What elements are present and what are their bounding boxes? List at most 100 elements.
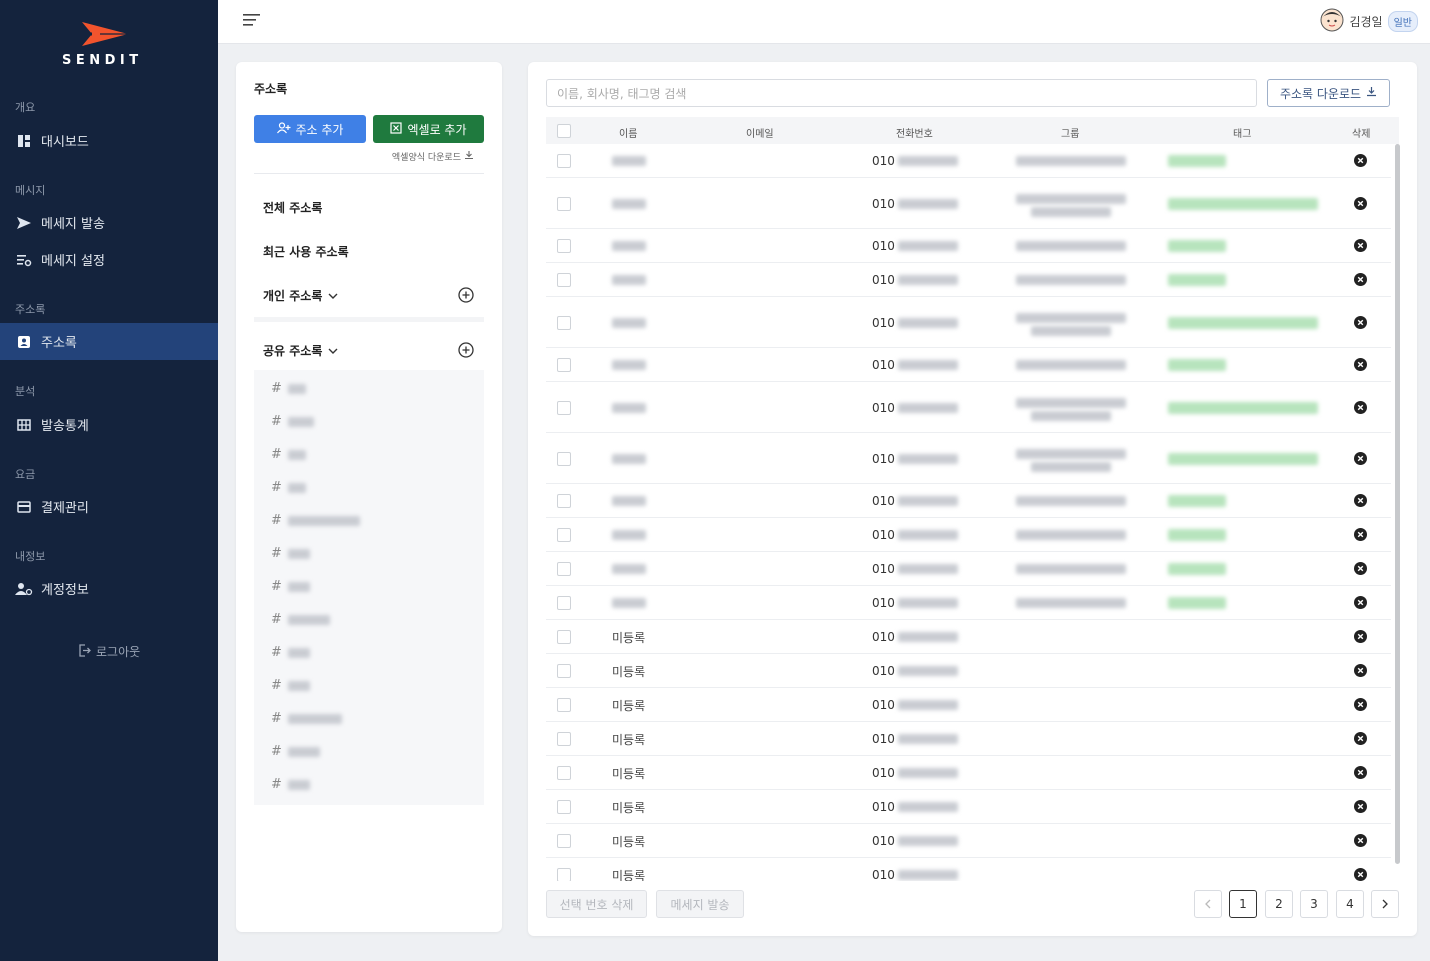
delete-row-icon[interactable] xyxy=(1354,766,1367,779)
row-checkbox[interactable] xyxy=(557,698,571,712)
tag-item[interactable]: # xyxy=(271,513,360,528)
row-checkbox[interactable] xyxy=(557,562,571,576)
download-address-button[interactable]: 주소록 다운로드 xyxy=(1267,79,1390,107)
table-row[interactable]: 010 xyxy=(546,552,1391,586)
recent-address-book[interactable]: 최근 사용 주소록 xyxy=(263,243,349,260)
delete-row-icon[interactable] xyxy=(1354,732,1367,745)
sidebar-item-statistics[interactable]: 발송통계 xyxy=(0,406,218,443)
tag-item[interactable]: # xyxy=(271,645,310,660)
send-message-button[interactable]: 메세지 발송 xyxy=(656,890,744,918)
delete-row-icon[interactable] xyxy=(1354,528,1367,541)
excel-add-button[interactable]: 엑셀로 추가 xyxy=(373,115,484,143)
tag-item[interactable]: # xyxy=(271,744,320,759)
tag-item[interactable]: # xyxy=(271,777,310,792)
tag-item[interactable]: # xyxy=(271,414,314,429)
page-2-button[interactable]: 2 xyxy=(1265,890,1293,918)
row-checkbox[interactable] xyxy=(557,596,571,610)
delete-row-icon[interactable] xyxy=(1354,596,1367,609)
table-row[interactable]: 010 xyxy=(546,144,1391,178)
table-row[interactable]: 미등록 010 xyxy=(546,858,1391,881)
sidebar-item-account[interactable]: 계정정보 xyxy=(0,570,218,607)
row-checkbox[interactable] xyxy=(557,401,571,415)
sidebar-item-billing[interactable]: 결제관리 xyxy=(0,488,218,525)
table-row[interactable]: 010 xyxy=(546,348,1391,382)
row-checkbox[interactable] xyxy=(557,197,571,211)
table-row[interactable]: 미등록 010 xyxy=(546,688,1391,722)
next-page-button[interactable] xyxy=(1371,890,1399,918)
sidebar-item-message-settings[interactable]: 메세지 설정 xyxy=(0,241,218,278)
excel-template-download[interactable]: 엑셀양식 다운로드 xyxy=(392,150,474,163)
row-checkbox[interactable] xyxy=(557,732,571,746)
row-checkbox[interactable] xyxy=(557,766,571,780)
sidebar-item-address-book[interactable]: 주소록 xyxy=(0,323,218,360)
logout-button[interactable]: 로그아웃 xyxy=(78,643,140,660)
delete-row-icon[interactable] xyxy=(1354,664,1367,677)
tag-item[interactable]: # xyxy=(271,678,310,693)
search-input[interactable]: 이름, 회사명, 태그명 검색 xyxy=(546,79,1257,107)
row-checkbox[interactable] xyxy=(557,452,571,466)
delete-row-icon[interactable] xyxy=(1354,698,1367,711)
scrollbar[interactable] xyxy=(1395,144,1400,864)
tag-item[interactable]: # xyxy=(271,711,342,726)
tag-item[interactable]: # xyxy=(271,381,306,396)
table-row[interactable]: 010 xyxy=(546,484,1391,518)
delete-selected-button[interactable]: 선택 번호 삭제 xyxy=(546,890,647,918)
delete-row-icon[interactable] xyxy=(1354,452,1367,465)
delete-row-icon[interactable] xyxy=(1354,273,1367,286)
table-row[interactable]: 010 xyxy=(546,586,1391,620)
page-4-button[interactable]: 4 xyxy=(1336,890,1364,918)
menu-toggle-icon[interactable] xyxy=(243,12,261,28)
delete-row-icon[interactable] xyxy=(1354,834,1367,847)
table-row[interactable]: 010 xyxy=(546,229,1391,263)
row-checkbox[interactable] xyxy=(557,154,571,168)
table-row[interactable]: 미등록 010 xyxy=(546,722,1391,756)
table-row[interactable]: 010 xyxy=(546,263,1391,297)
table-row[interactable]: 010 xyxy=(546,382,1391,433)
row-checkbox[interactable] xyxy=(557,239,571,253)
tag-item[interactable]: # xyxy=(271,480,306,495)
all-address-book[interactable]: 전체 주소록 xyxy=(263,199,322,216)
delete-row-icon[interactable] xyxy=(1354,358,1367,371)
shared-address-book[interactable]: 공유 주소록 xyxy=(263,342,338,359)
row-checkbox[interactable] xyxy=(557,494,571,508)
delete-row-icon[interactable] xyxy=(1354,630,1367,643)
delete-row-icon[interactable] xyxy=(1354,154,1367,167)
select-all-checkbox[interactable] xyxy=(557,124,571,138)
table-row[interactable]: 010 xyxy=(546,178,1391,229)
page-3-button[interactable]: 3 xyxy=(1300,890,1328,918)
tag-item[interactable]: # xyxy=(271,447,306,462)
delete-row-icon[interactable] xyxy=(1354,197,1367,210)
sendit-logo[interactable]: SENDIT xyxy=(60,20,160,70)
row-checkbox[interactable] xyxy=(557,834,571,848)
table-row[interactable]: 010 xyxy=(546,297,1391,348)
table-row[interactable]: 010 xyxy=(546,518,1391,552)
row-checkbox[interactable] xyxy=(557,664,571,678)
tag-item[interactable]: # xyxy=(271,546,310,561)
delete-row-icon[interactable] xyxy=(1354,868,1367,881)
delete-row-icon[interactable] xyxy=(1354,494,1367,507)
delete-row-icon[interactable] xyxy=(1354,562,1367,575)
row-checkbox[interactable] xyxy=(557,868,571,881)
add-shared-group-icon[interactable] xyxy=(458,342,474,358)
row-checkbox[interactable] xyxy=(557,800,571,814)
user-menu[interactable]: 김경일 일반 xyxy=(1320,8,1418,35)
table-row[interactable]: 미등록 010 xyxy=(546,790,1391,824)
table-row[interactable]: 미등록 010 xyxy=(546,620,1391,654)
table-row[interactable]: 미등록 010 xyxy=(546,654,1391,688)
delete-row-icon[interactable] xyxy=(1354,316,1367,329)
table-row[interactable]: 010 xyxy=(546,433,1391,484)
table-row[interactable]: 미등록 010 xyxy=(546,824,1391,858)
add-address-button[interactable]: 주소 추가 xyxy=(254,115,366,143)
delete-row-icon[interactable] xyxy=(1354,239,1367,252)
delete-row-icon[interactable] xyxy=(1354,800,1367,813)
row-checkbox[interactable] xyxy=(557,316,571,330)
page-1-button[interactable]: 1 xyxy=(1229,890,1257,918)
sidebar-item-dashboard[interactable]: 대시보드 xyxy=(0,122,218,159)
prev-page-button[interactable] xyxy=(1194,890,1222,918)
row-checkbox[interactable] xyxy=(557,358,571,372)
delete-row-icon[interactable] xyxy=(1354,401,1367,414)
add-personal-group-icon[interactable] xyxy=(458,287,474,303)
sidebar-item-send-message[interactable]: 메세지 발송 xyxy=(0,204,218,241)
row-checkbox[interactable] xyxy=(557,528,571,542)
row-checkbox[interactable] xyxy=(557,630,571,644)
